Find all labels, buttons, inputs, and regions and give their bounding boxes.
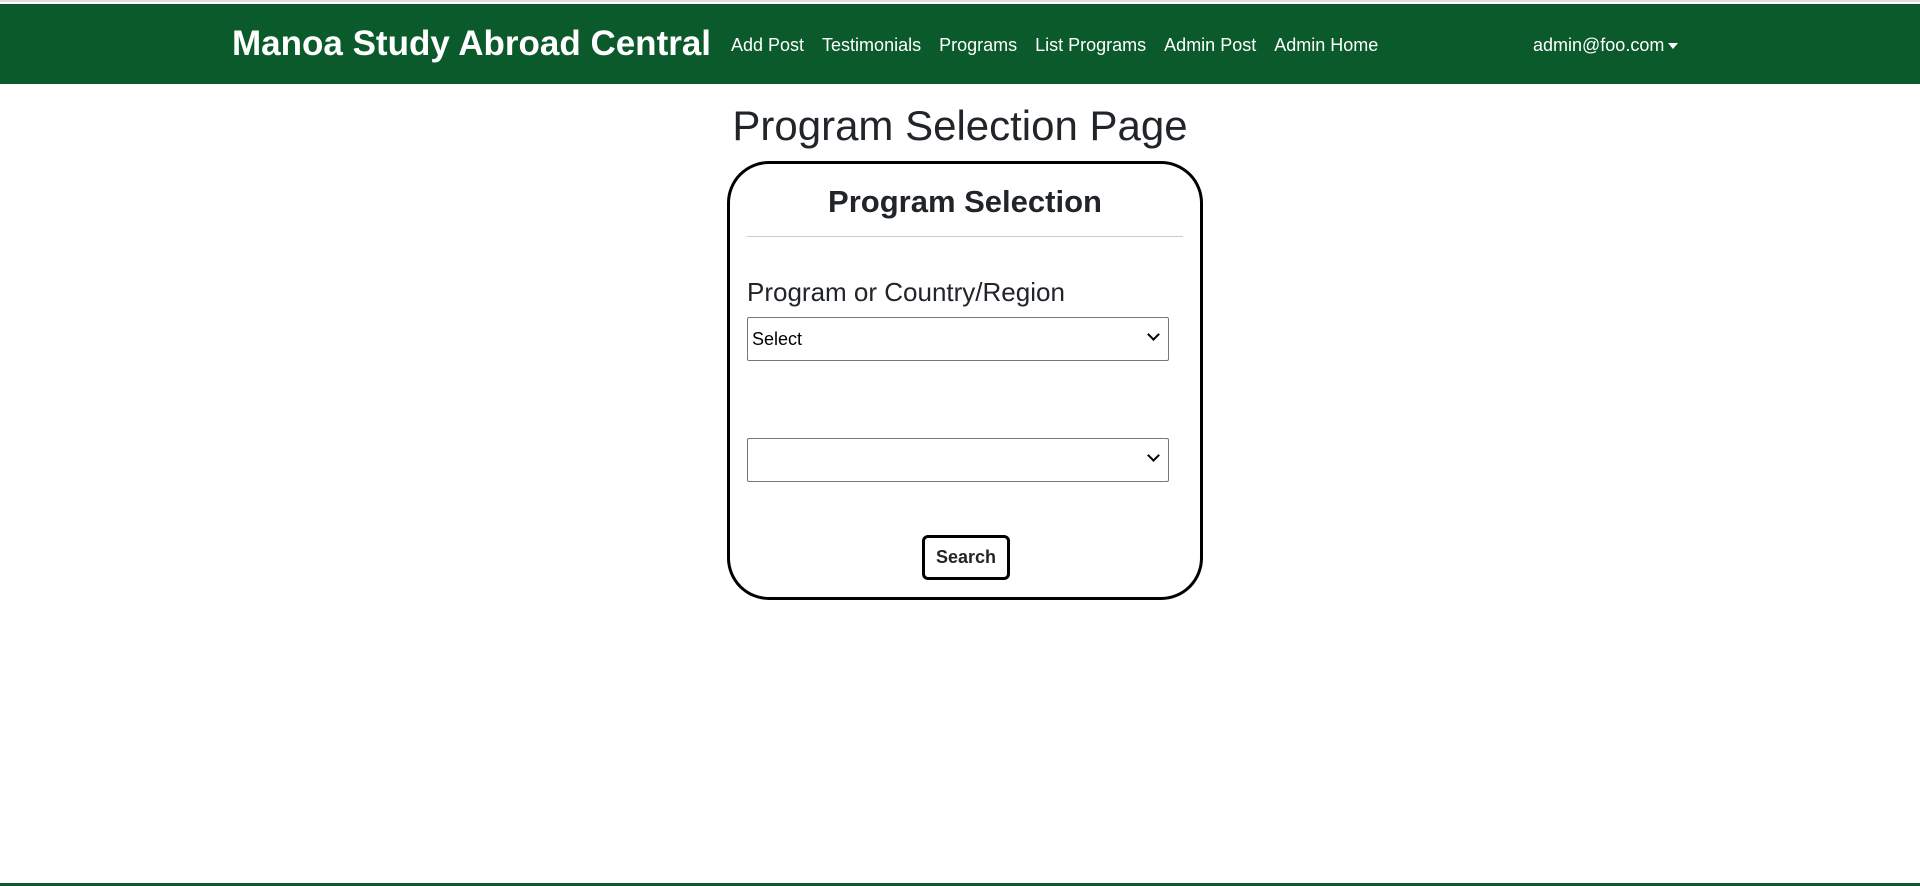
chevron-down-icon (1147, 328, 1160, 341)
program-country-select[interactable]: Select (747, 317, 1169, 361)
nav-add-post[interactable]: Add Post (731, 35, 804, 56)
program-selection-card: Program Selection Program or Country/Reg… (727, 161, 1203, 600)
navbar: Manoa Study Abroad Central Add Post Test… (0, 4, 1920, 84)
divider (747, 236, 1183, 237)
user-dropdown[interactable]: admin@foo.com (1533, 35, 1679, 56)
nav-list-programs[interactable]: List Programs (1035, 35, 1146, 56)
nav-links: Add Post Testimonials Programs List Prog… (731, 35, 1378, 56)
caret-down-icon (1668, 43, 1679, 50)
brand-link[interactable]: Manoa Study Abroad Central (232, 24, 711, 64)
nav-admin-home[interactable]: Admin Home (1274, 35, 1378, 56)
user-email: admin@foo.com (1533, 35, 1665, 55)
search-button[interactable]: Search (922, 535, 1010, 580)
nav-programs[interactable]: Programs (939, 35, 1017, 56)
page-title: Program Selection Page (732, 102, 1188, 149)
chevron-down-icon (1147, 449, 1160, 462)
program-country-label: Program or Country/Region (747, 277, 1065, 307)
select-value: Select (752, 329, 803, 349)
nav-testimonials[interactable]: Testimonials (822, 35, 921, 56)
card-title: Program Selection (828, 184, 1102, 219)
secondary-select[interactable] (747, 438, 1169, 482)
nav-admin-post[interactable]: Admin Post (1164, 35, 1256, 56)
